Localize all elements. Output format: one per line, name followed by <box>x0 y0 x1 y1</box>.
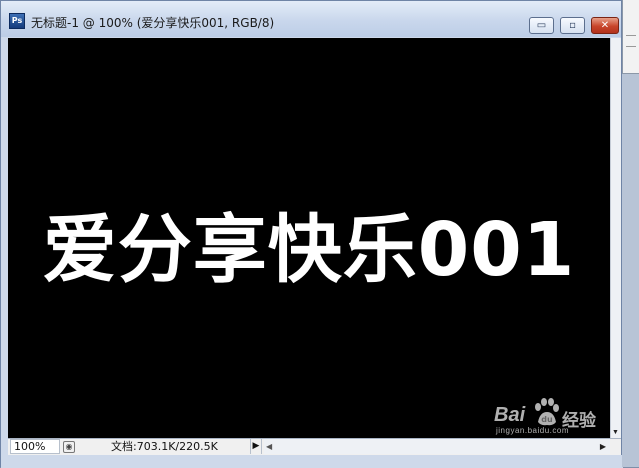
status-info-icon[interactable]: ◉ <box>63 441 75 453</box>
document-size-info: 文档:703.1K/220.5K <box>111 440 218 453</box>
svg-text:du: du <box>541 415 553 424</box>
document-canvas[interactable]: 爱分享快乐001 <box>8 38 610 438</box>
photoshop-icon: Ps <box>9 13 25 29</box>
scroll-down-icon[interactable]: ▼ <box>612 429 619 436</box>
title-bar[interactable]: Ps 无标题-1 @ 100% (爱分享快乐001, RGB/8) ▭ ▫ ✕ <box>1 1 621 37</box>
maximize-button[interactable]: ▫ <box>560 17 585 34</box>
workspace-background <box>622 74 639 467</box>
window-title: 无标题-1 @ 100% (爱分享快乐001, RGB/8) <box>31 16 275 30</box>
horizontal-scrollbar[interactable]: ◀ ▶ <box>264 439 610 454</box>
status-menu-arrow-icon[interactable]: ▶ <box>250 439 262 454</box>
watermark-url: jingyan.baidu.com <box>496 426 569 435</box>
paw-icon: du <box>535 398 559 426</box>
window-bottom-border <box>1 455 623 468</box>
side-panel-collapsed[interactable] <box>622 0 639 74</box>
minimize-button[interactable]: ▭ <box>529 17 554 34</box>
canvas-text-layer: 爱分享快乐001 <box>42 207 576 293</box>
close-button[interactable]: ✕ <box>591 17 619 34</box>
watermark-bai-text: Bai <box>494 404 526 426</box>
vertical-scrollbar[interactable]: ▼ <box>610 38 621 438</box>
baidu-jingyan-watermark: Bai du 经验 jingyan.baidu.com <box>494 396 606 436</box>
zoom-level-field[interactable]: 100% <box>10 439 60 454</box>
panel-grip-icon[interactable] <box>626 35 636 47</box>
scroll-left-icon[interactable]: ◀ <box>266 439 272 454</box>
status-bar: 100% ◉ 文档:703.1K/220.5K ▶ ◀ ▶ <box>8 438 621 455</box>
scroll-right-icon[interactable]: ▶ <box>600 439 606 454</box>
